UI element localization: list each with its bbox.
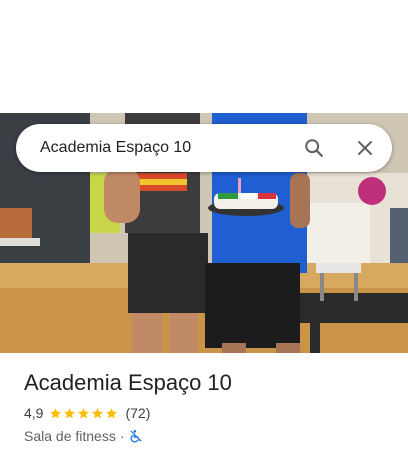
- place-title[interactable]: Academia Espaço 10: [24, 368, 394, 398]
- review-count[interactable]: (72): [125, 405, 150, 421]
- star-icon: [50, 407, 62, 418]
- rating-value: 4,9: [24, 405, 44, 421]
- star-icon: [78, 407, 90, 418]
- search-query-text[interactable]: Academia Espaço 10: [40, 124, 191, 172]
- rating-row[interactable]: 4,9 (72): [24, 403, 394, 423]
- rating-stars: [49, 407, 119, 420]
- star-icon: [106, 407, 118, 418]
- star-icon: [92, 407, 104, 418]
- search-icon: [305, 139, 323, 157]
- search-bar[interactable]: Academia Espaço 10: [16, 124, 392, 172]
- close-icon: [358, 141, 372, 155]
- category-row: Sala de fitness ·: [24, 426, 394, 446]
- separator-dot: ·: [119, 428, 125, 444]
- no-wheelchair-access-icon: [129, 430, 142, 443]
- search-button[interactable]: [298, 132, 330, 164]
- close-button[interactable]: [349, 132, 381, 164]
- place-info-panel: Academia Espaço 10 4,9 (72) Sala de fitn…: [24, 368, 394, 446]
- place-category: Sala de fitness: [24, 428, 116, 444]
- star-icon: [64, 407, 76, 418]
